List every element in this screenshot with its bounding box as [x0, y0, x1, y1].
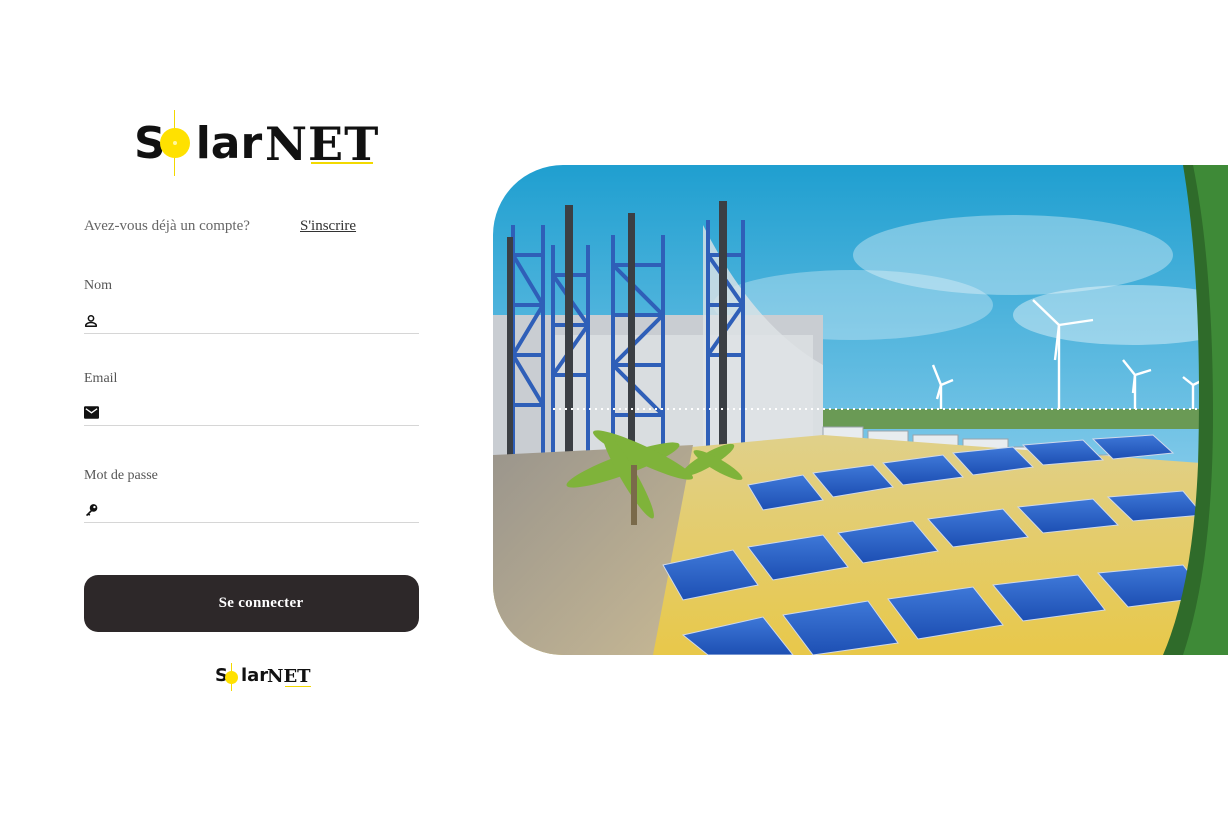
signup-link[interactable]: S'inscrire — [300, 218, 356, 235]
mail-icon — [84, 406, 99, 419]
logo-word-net: NET — [265, 117, 380, 171]
login-button[interactable]: Se connecter — [84, 575, 419, 632]
footer-logo-sun-icon — [225, 671, 238, 684]
solar-plant-illustration — [493, 165, 1228, 655]
account-question: Avez-vous déjà un compte? — [84, 218, 250, 234]
footer-logo-underline — [285, 686, 311, 687]
email-input[interactable] — [106, 402, 416, 424]
email-input-row[interactable] — [84, 402, 419, 426]
name-label: Nom — [84, 278, 112, 293]
hero-image — [493, 165, 1228, 655]
password-label: Mot de passe — [84, 468, 158, 483]
person-icon — [84, 314, 98, 328]
logo-underline — [311, 162, 373, 164]
footer-logo-word-solar: Slar — [215, 665, 269, 686]
footer-logo: Slar NET — [215, 662, 315, 692]
logo-sun-icon — [160, 128, 190, 158]
password-field: Mot de passe — [84, 467, 419, 523]
login-panel: Slar NET Avez-vous déjà un compte? S'ins… — [84, 0, 419, 820]
email-field: Email — [84, 370, 419, 426]
logo-word-solar: Slar — [134, 118, 263, 169]
name-input-row[interactable] — [84, 310, 419, 334]
password-input-row[interactable] — [84, 499, 419, 523]
password-input[interactable] — [106, 499, 416, 521]
email-label: Email — [84, 371, 118, 386]
name-field: Nom — [84, 277, 419, 334]
name-input[interactable] — [106, 310, 416, 332]
key-icon — [85, 504, 98, 517]
brand-logo: Slar NET — [134, 108, 384, 180]
